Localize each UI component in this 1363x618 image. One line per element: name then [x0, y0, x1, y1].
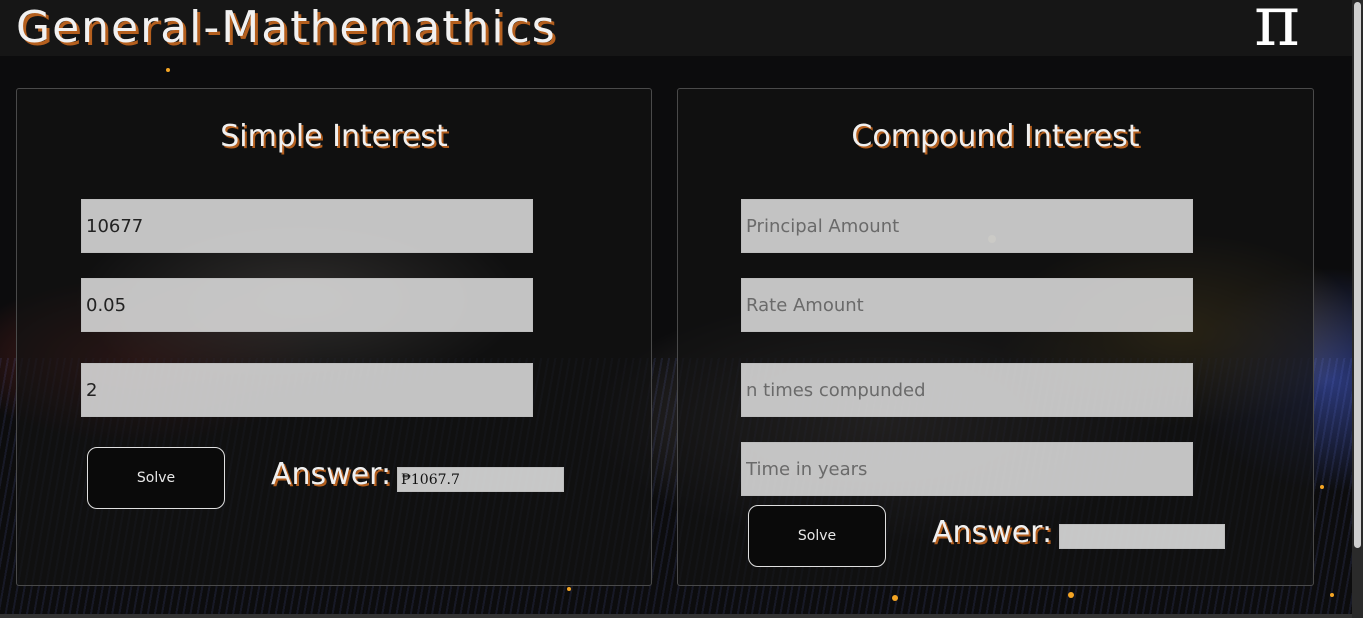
simple-interest-panel: Simple Interest Solve Answer:	[16, 88, 652, 586]
ci-answer-label: Answer:	[932, 515, 1053, 550]
ci-time-input[interactable]	[741, 442, 1193, 496]
bottom-divider	[0, 614, 1352, 618]
spark-dot	[1320, 485, 1324, 489]
spark-dot	[166, 68, 170, 72]
header-bar: General-Mathemathics π	[0, 0, 1352, 56]
ci-answer-output	[1059, 524, 1225, 549]
ci-solve-button[interactable]: Solve	[748, 505, 886, 567]
ci-n-times-input[interactable]	[741, 363, 1193, 417]
scrollbar-thumb[interactable]	[1354, 2, 1361, 548]
spark-dot	[892, 595, 898, 601]
si-principal-input[interactable]	[81, 199, 533, 253]
app-title: General-Mathemathics	[16, 2, 557, 53]
spark-dot	[1068, 592, 1074, 598]
ci-rate-input[interactable]	[741, 278, 1193, 332]
simple-interest-heading: Simple Interest	[220, 119, 448, 154]
pi-icon: π	[1254, 0, 1301, 62]
si-time-input[interactable]	[81, 363, 533, 417]
si-rate-input[interactable]	[81, 278, 533, 332]
si-answer-output	[397, 467, 564, 492]
compound-interest-heading: Compound Interest	[851, 119, 1140, 154]
si-answer-label: Answer:	[271, 457, 392, 492]
ci-principal-input[interactable]	[741, 199, 1193, 253]
compound-interest-panel: Compound Interest Solve Answer:	[677, 88, 1314, 586]
spark-dot	[1330, 593, 1334, 597]
spark-dot	[567, 587, 571, 591]
si-solve-button[interactable]: Solve	[87, 447, 225, 509]
